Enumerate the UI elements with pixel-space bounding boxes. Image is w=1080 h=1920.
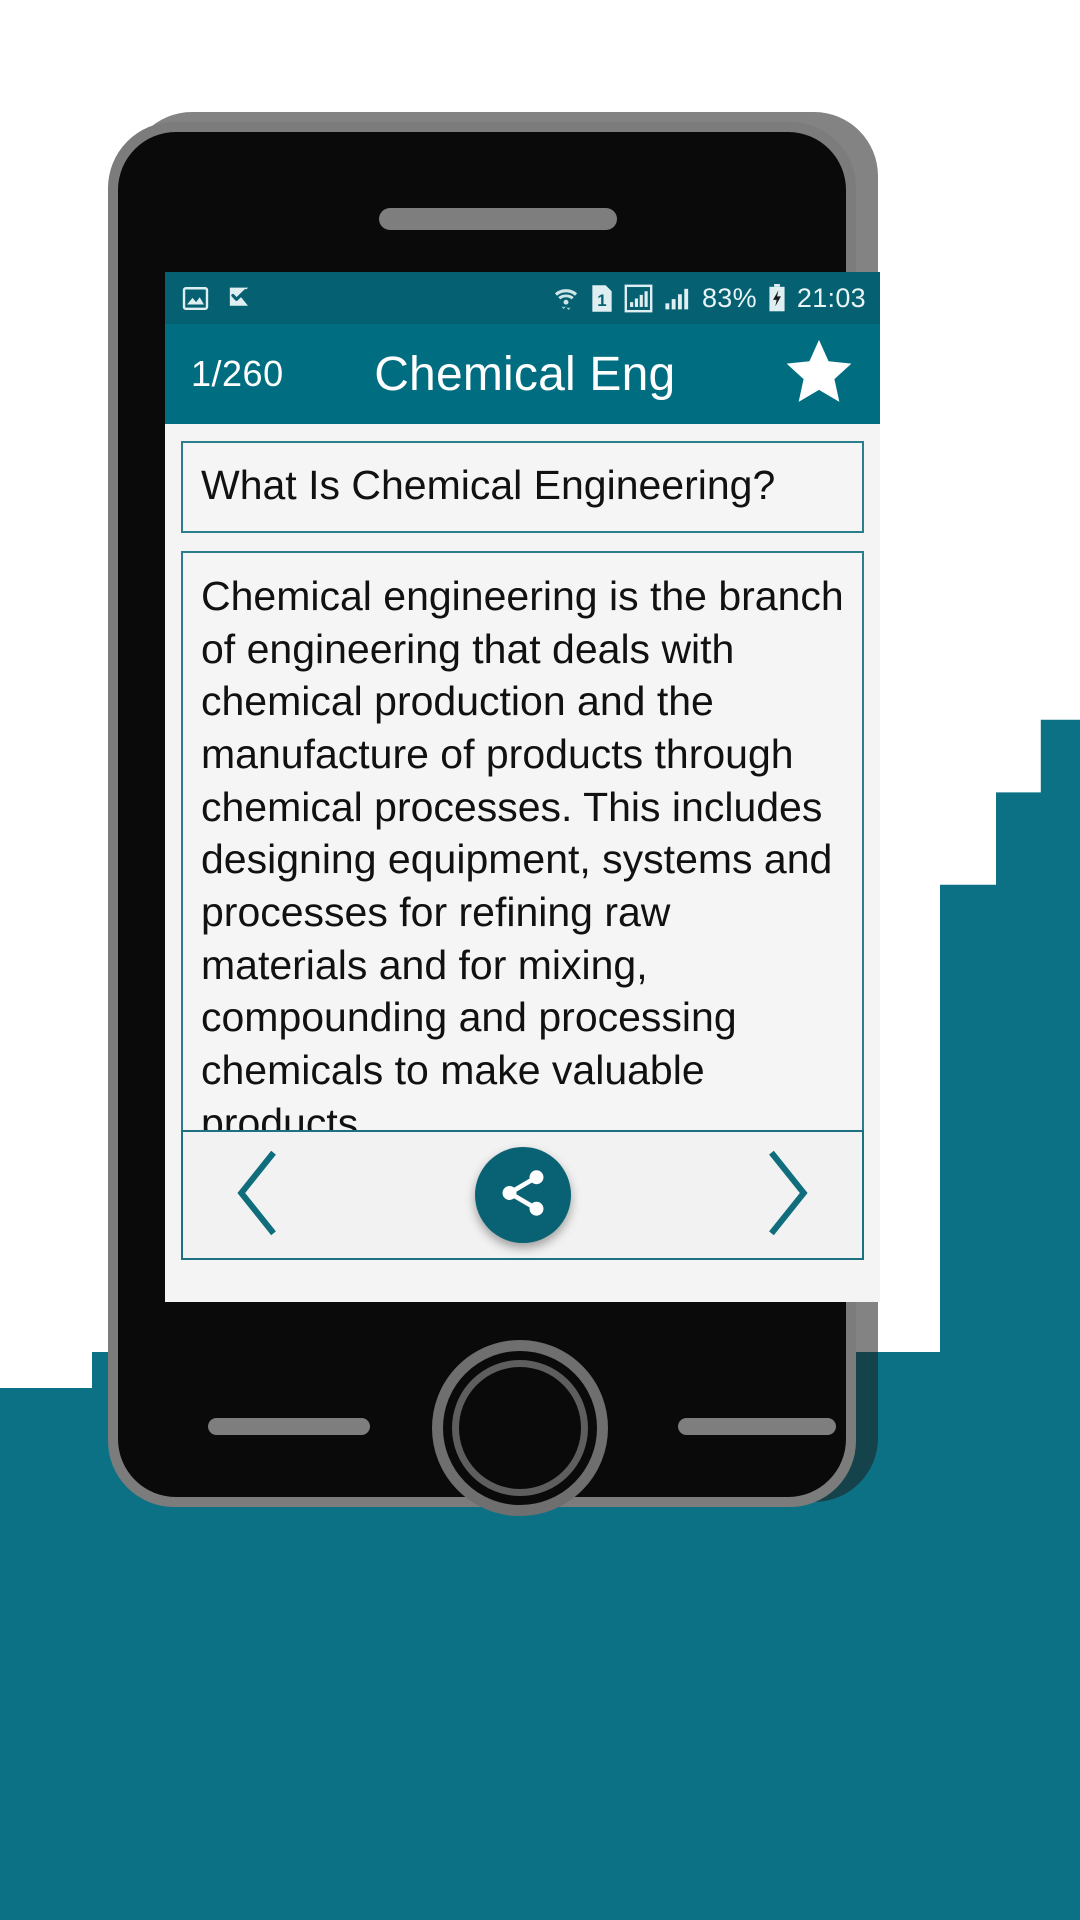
clock-label: 21:03 (796, 282, 866, 313)
checkmark-flag-icon (225, 284, 254, 313)
earpiece-speaker (379, 208, 617, 230)
share-button[interactable] (474, 1147, 571, 1243)
battery-charging-icon (767, 284, 787, 312)
status-bar-left-icons (181, 284, 254, 313)
chevron-left-icon (228, 1150, 290, 1241)
soft-key-right[interactable] (678, 1418, 836, 1435)
battery-percent-label: 83% (701, 282, 757, 313)
signal-boxed-icon (624, 284, 653, 313)
favorite-button[interactable] (780, 335, 858, 414)
status-bar: 1 83% 21:03 (165, 272, 880, 324)
wifi-icon (552, 284, 580, 312)
phone-screen: 1 83% 21:03 1/260 Chemical Eng What Is C… (165, 272, 880, 1302)
previous-button[interactable] (211, 1147, 307, 1243)
soft-key-left[interactable] (208, 1418, 370, 1435)
page-title: Chemical Eng (374, 347, 676, 401)
home-button-inner-ring (452, 1360, 588, 1496)
share-icon (496, 1166, 550, 1225)
status-bar-right-icons: 1 83% 21:03 (552, 283, 866, 314)
star-filled-icon (781, 335, 857, 414)
signal-icon (663, 284, 692, 313)
sim-1-icon: 1 (590, 284, 614, 313)
image-icon (181, 284, 210, 313)
next-button[interactable] (738, 1147, 834, 1243)
chevron-right-icon (755, 1150, 817, 1241)
svg-text:1: 1 (597, 290, 606, 309)
answer-card[interactable]: Chemical engineering is the branch of en… (181, 550, 864, 1174)
page-counter: 1/260 (191, 353, 284, 394)
question-card[interactable]: What Is Chemical Engineering? (181, 441, 864, 533)
bottom-navigation-bar (181, 1130, 864, 1260)
app-bar: 1/260 Chemical Eng (165, 324, 880, 424)
